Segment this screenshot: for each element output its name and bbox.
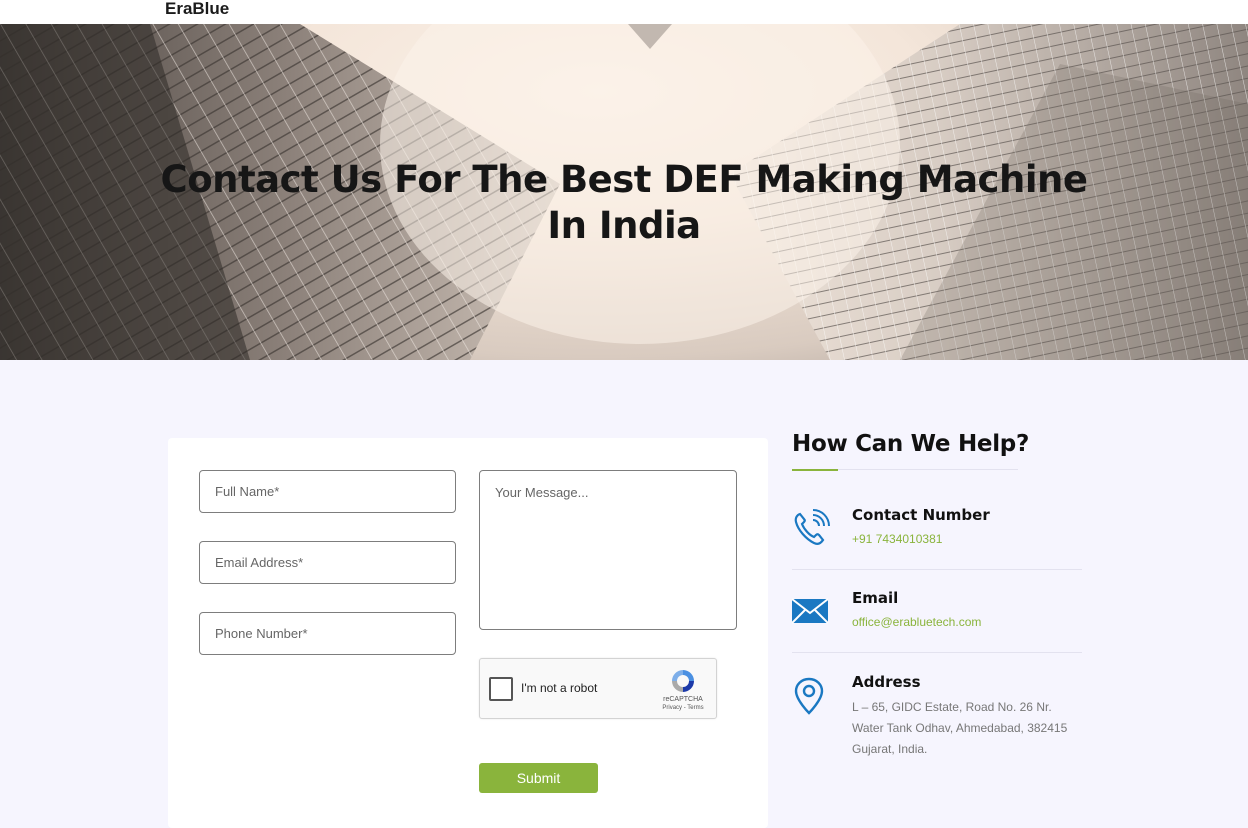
contact-number-block: Contact Number +91 7434010381: [792, 506, 1082, 556]
mail-icon: [792, 598, 828, 624]
message-textarea[interactable]: Your Message...: [479, 470, 737, 630]
hero-title: Contact Us For The Best DEF Making Machi…: [124, 157, 1124, 249]
address-line-3: Gujarat, India.: [852, 742, 928, 756]
location-pin-icon: [794, 677, 824, 715]
recaptcha-terms-link[interactable]: Privacy - Terms: [652, 705, 714, 711]
info-divider: [792, 652, 1082, 653]
recaptcha-brand: reCAPTCHA: [663, 696, 703, 703]
address-text: L – 65, GIDC Estate, Road No. 26 Nr. Wat…: [852, 697, 1092, 760]
email-input[interactable]: Email Address*: [199, 541, 456, 584]
heading-accent-line: [792, 469, 838, 471]
full-name-placeholder: Full Name*: [215, 484, 280, 499]
hero-title-line-2: In India: [547, 204, 701, 247]
recaptcha-widget: I'm not a robot reCAPTCHA Privacy - Term…: [479, 658, 717, 719]
contact-form-card: Full Name* Email Address* Phone Number* …: [168, 438, 768, 828]
address-line-1: L – 65, GIDC Estate, Road No. 26 Nr.: [852, 700, 1052, 714]
address-title: Address: [852, 673, 921, 691]
hero-title-line-1: Contact Us For The Best DEF Making Machi…: [160, 158, 1088, 201]
heading-divider: [838, 469, 1018, 470]
phone-input[interactable]: Phone Number*: [199, 612, 456, 655]
top-bar: EraBlue: [0, 0, 1248, 24]
address-line-2: Water Tank Odhav, Ahmedabad, 382415: [852, 721, 1068, 735]
email-block: Email office@erabluetech.com: [792, 589, 1082, 639]
site-logo[interactable]: EraBlue: [165, 0, 229, 19]
hero-banner: Contact Us For The Best DEF Making Machi…: [0, 24, 1248, 360]
message-placeholder: Your Message...: [495, 485, 589, 500]
info-divider: [792, 569, 1082, 570]
phone-placeholder: Phone Number*: [215, 626, 308, 641]
contact-number-link[interactable]: +91 7434010381: [852, 532, 942, 546]
recaptcha-label: I'm not a robot: [521, 681, 598, 695]
phone-icon: [794, 509, 830, 545]
email-title: Email: [852, 589, 899, 607]
full-name-input[interactable]: Full Name*: [199, 470, 456, 513]
email-placeholder: Email Address*: [215, 555, 304, 570]
recaptcha-checkbox[interactable]: [489, 677, 513, 701]
submit-button[interactable]: Submit: [479, 763, 598, 793]
help-heading: How Can We Help?: [792, 431, 1029, 457]
recaptcha-logo-icon: [672, 670, 694, 692]
address-block: Address L – 65, GIDC Estate, Road No. 26…: [792, 673, 1082, 763]
contact-number-title: Contact Number: [852, 506, 990, 524]
email-link[interactable]: office@erabluetech.com: [852, 615, 981, 629]
